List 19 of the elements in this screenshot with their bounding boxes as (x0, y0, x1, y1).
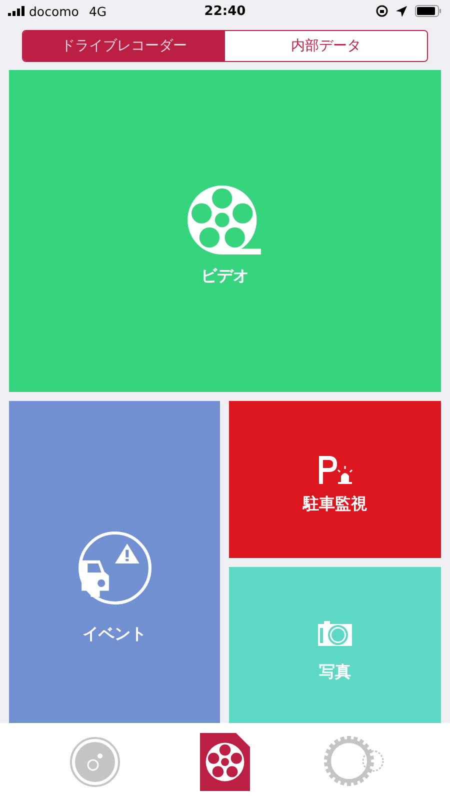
film-reel-icon (186, 184, 264, 256)
car-warning-icon (76, 530, 152, 606)
tile-label: 駐車監視 (303, 494, 367, 515)
tile-label: イベント (82, 624, 146, 644)
carrier-name: docomo (29, 4, 79, 18)
location-arrow-icon (396, 6, 407, 16)
network-type: 4G (88, 4, 107, 18)
menu-tile[interactable]: 駐車監視 (229, 401, 441, 558)
film-reel-icon[interactable] (200, 732, 250, 790)
tile-label: ビデオ (201, 266, 249, 286)
clock-time: 22:40 (204, 4, 246, 18)
parking-siren-icon (317, 454, 353, 486)
battery-icon (415, 5, 442, 17)
menu-tile[interactable]: イベント (9, 401, 220, 723)
rotation-lock-icon (376, 5, 388, 17)
signal-icon (8, 6, 25, 16)
segment-tab[interactable]: ドライブレコーダー (23, 31, 225, 61)
disc-icon[interactable] (69, 736, 121, 788)
tile-label: 写真 (319, 662, 351, 682)
